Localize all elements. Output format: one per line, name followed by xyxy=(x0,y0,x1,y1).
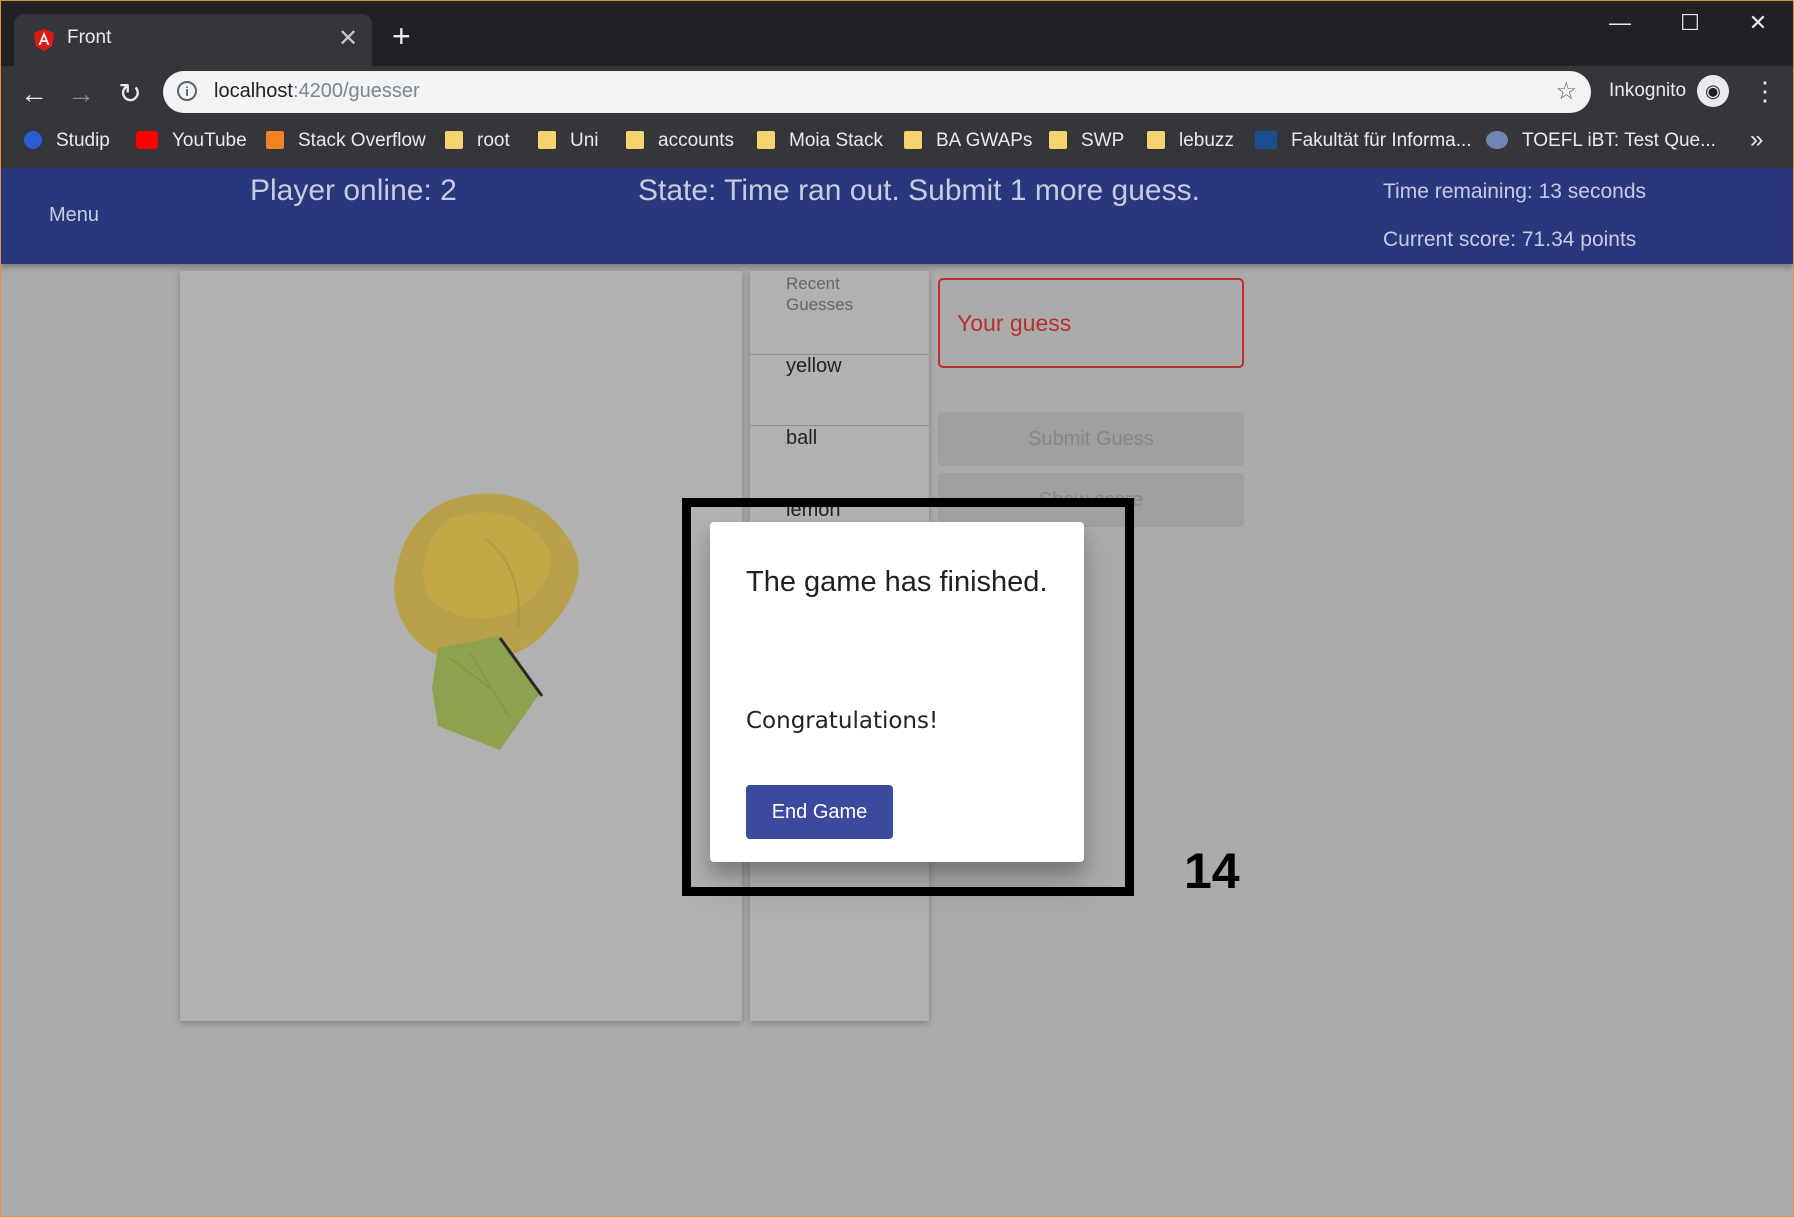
bookmark-star-icon[interactable]: ☆ xyxy=(1555,77,1577,106)
bookmark-toefl[interactable]: TOEFL iBT: Test Que... xyxy=(1486,130,1716,152)
incognito-label: Inkognito xyxy=(1609,80,1687,101)
kit-icon xyxy=(1255,131,1277,149)
bookmark-uni[interactable]: Uni xyxy=(538,130,599,152)
bookmark-root[interactable]: root xyxy=(445,130,510,152)
bookmark-stackoverflow[interactable]: Stack Overflow xyxy=(266,130,426,152)
folder-icon xyxy=(445,131,463,149)
url-text[interactable]: localhost:4200/guesser xyxy=(214,80,420,103)
guess-input[interactable]: Your guess xyxy=(938,278,1244,368)
minimize-icon[interactable]: — xyxy=(1600,10,1640,36)
bookmark-moia-stack[interactable]: Moia Stack xyxy=(757,130,883,152)
studip-icon xyxy=(24,131,42,149)
forward-icon[interactable]: → xyxy=(63,76,99,112)
divider xyxy=(750,425,929,426)
address-bar[interactable]: i localhost:4200/guesser ☆ xyxy=(163,71,1591,113)
browser-tab[interactable]: Front ✕ xyxy=(14,14,372,66)
time-remaining: Time remaining: 13 seconds xyxy=(1383,180,1647,203)
browser-toolbar: ← → ↻ i localhost:4200/guesser ☆ Inkogni… xyxy=(0,66,1794,122)
tab-title: Front xyxy=(67,27,112,48)
browser-chrome: Front ✕ + — ☐ ✕ ← → ↻ i localhost:4200/g… xyxy=(0,0,1794,168)
reload-icon[interactable]: ↻ xyxy=(112,76,148,112)
lemon-image xyxy=(394,493,579,750)
dialog-message: Congratulations! xyxy=(746,708,939,734)
bookmark-accounts[interactable]: accounts xyxy=(626,130,734,152)
maximize-icon[interactable]: ☐ xyxy=(1670,10,1710,36)
info-icon[interactable]: i xyxy=(177,81,197,101)
folder-icon xyxy=(1049,131,1067,149)
countdown-counter: 14 xyxy=(1184,843,1240,899)
recent-guesses-heading: Recent Guesses xyxy=(786,274,854,314)
bookmark-lebuzz[interactable]: lebuzz xyxy=(1147,130,1234,152)
guess-placeholder: Your guess xyxy=(957,310,1072,336)
game-state: State: Time ran out. Submit 1 more guess… xyxy=(638,174,1200,207)
folder-icon xyxy=(1147,131,1165,149)
folder-icon xyxy=(538,131,556,149)
current-score: Current score: 71.34 points xyxy=(1383,228,1637,251)
stackoverflow-icon xyxy=(266,131,284,149)
bookmarks-bar: Studip YouTube Stack Overflow root Uni a… xyxy=(0,122,1794,168)
bookmark-swp[interactable]: SWP xyxy=(1049,130,1124,152)
bookmark-youtube[interactable]: YouTube xyxy=(136,130,247,152)
new-tab-icon[interactable]: + xyxy=(392,20,411,52)
submit-guess-button[interactable]: Submit Guess xyxy=(938,412,1244,466)
browser-menu-icon[interactable]: ⋮ xyxy=(1752,76,1778,106)
end-game-button[interactable]: End Game xyxy=(746,785,893,839)
angular-icon xyxy=(34,29,54,51)
menu-button[interactable]: Menu xyxy=(49,204,99,227)
incognito-icon[interactable]: ◉ xyxy=(1697,75,1729,107)
close-window-icon[interactable]: ✕ xyxy=(1738,10,1778,36)
dialog-title: The game has finished. xyxy=(746,566,1048,598)
folder-icon xyxy=(904,131,922,149)
more-bookmarks-icon[interactable]: » xyxy=(1750,126,1763,154)
close-tab-icon[interactable]: ✕ xyxy=(338,24,358,53)
guess-item: yellow xyxy=(786,355,842,377)
youtube-icon xyxy=(136,131,158,149)
game-finished-dialog: The game has finished. Congratulations! … xyxy=(710,522,1084,862)
toefl-icon xyxy=(1486,131,1508,149)
folder-icon xyxy=(757,131,775,149)
back-icon[interactable]: ← xyxy=(16,76,52,112)
bookmark-studip[interactable]: Studip xyxy=(24,130,110,152)
guess-item: ball xyxy=(786,427,818,449)
app-header: Menu Player online: 2 State: Time ran ou… xyxy=(0,168,1794,264)
folder-icon xyxy=(626,131,644,149)
bookmark-fakultaet[interactable]: Fakultät für Informa... xyxy=(1255,130,1472,152)
bookmark-ba-gwaps[interactable]: BA GWAPs xyxy=(904,130,1032,152)
players-online: Player online: 2 xyxy=(250,174,457,207)
